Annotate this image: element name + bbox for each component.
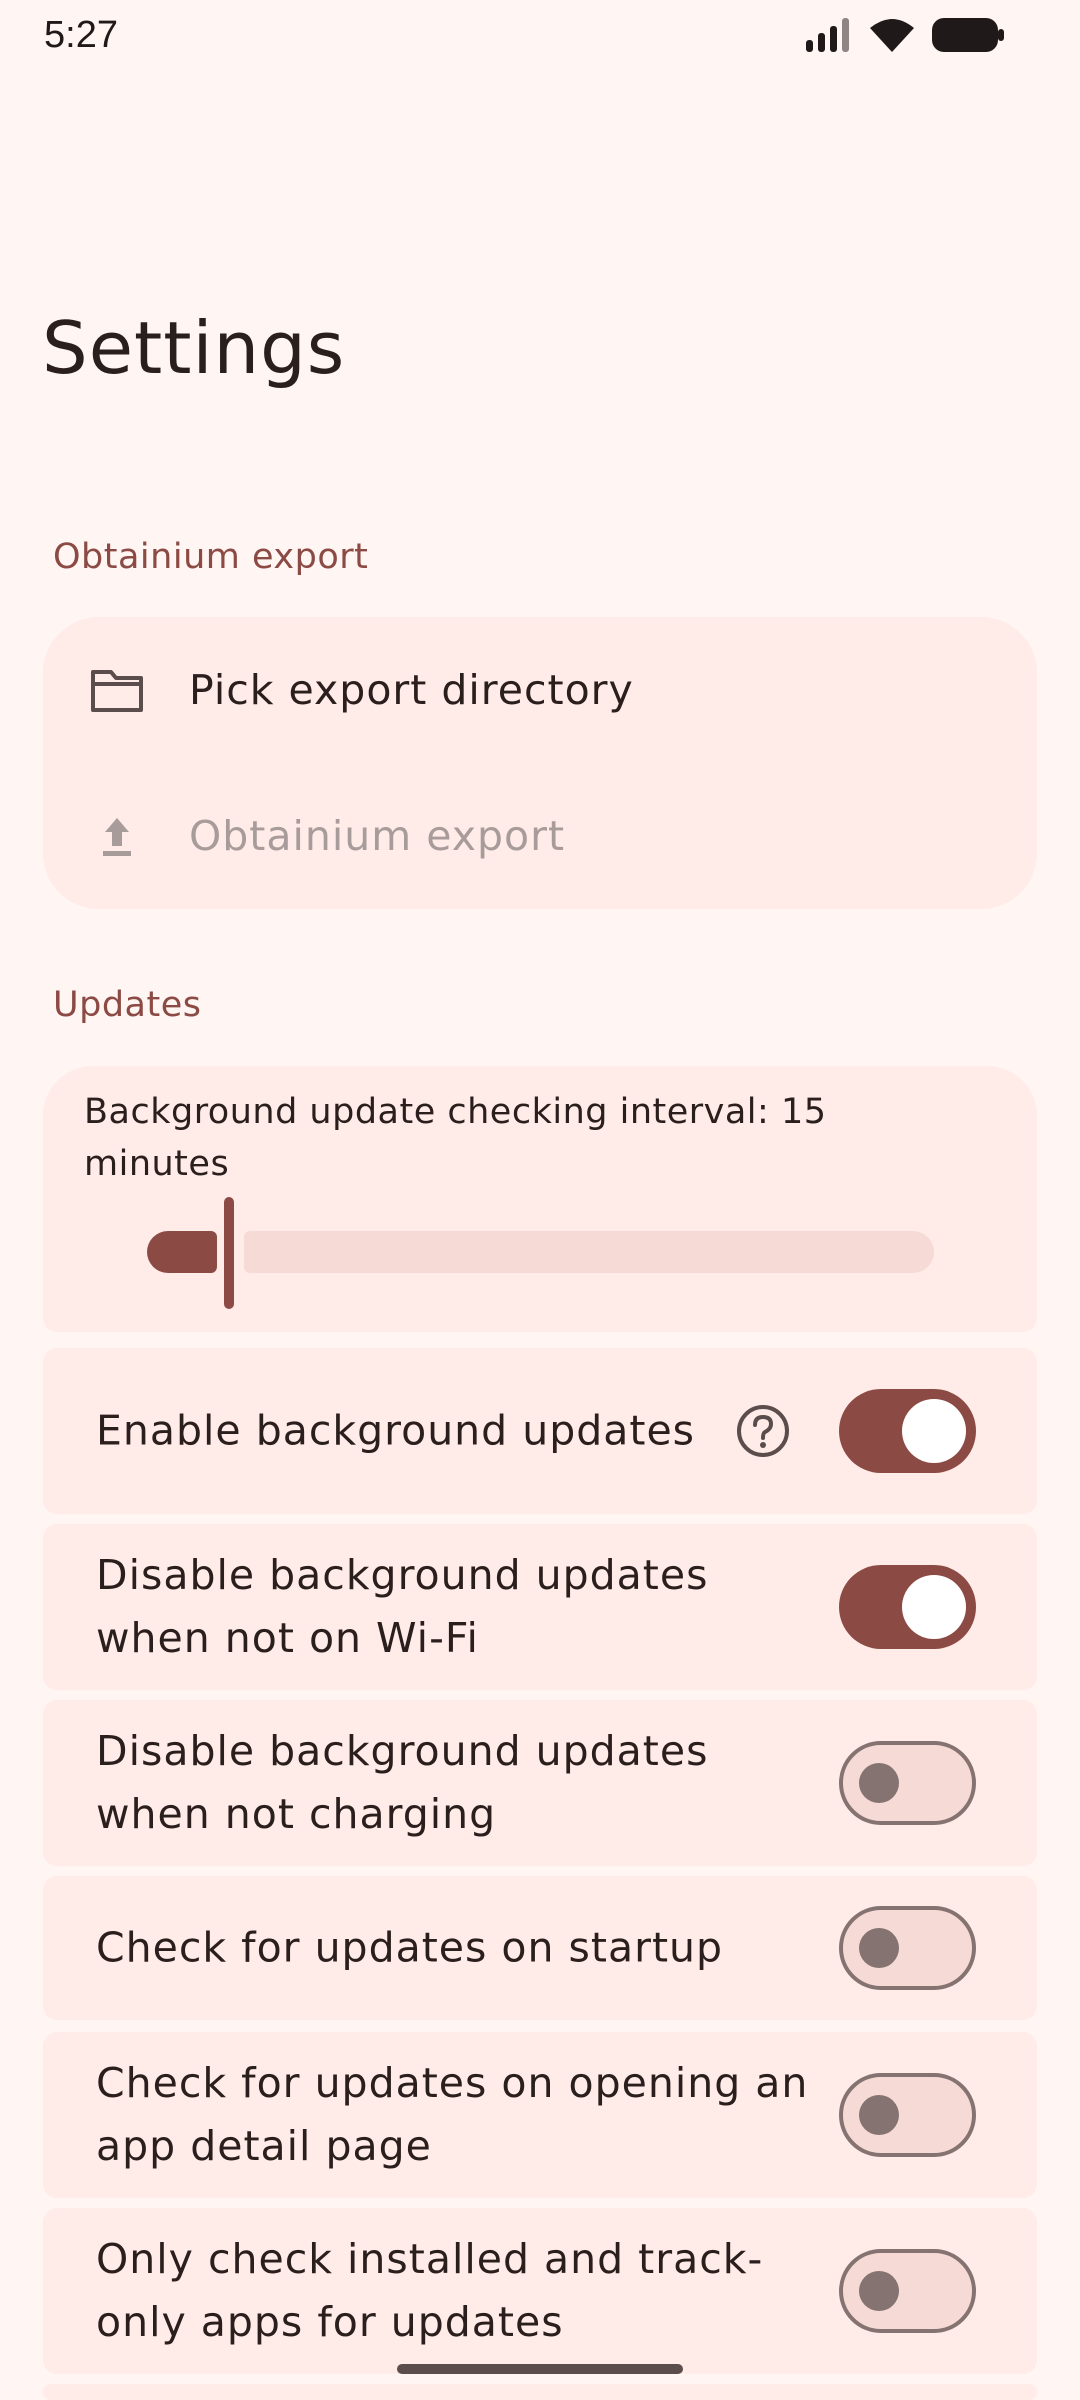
toggle-label: Disable background updates when not on W… xyxy=(96,1551,709,1662)
check-updates-on-startup-row[interactable]: Check for updates on startup xyxy=(43,1876,1037,2020)
slider-inactive-track[interactable] xyxy=(244,1231,934,1273)
disable-when-not-wifi-switch[interactable] xyxy=(839,1565,976,1649)
page-title: Settings xyxy=(42,306,346,390)
next-setting-row[interactable] xyxy=(43,2384,1037,2400)
update-interval-label: Background update checking interval: 15 … xyxy=(84,1092,827,1184)
switch-knob xyxy=(859,2271,899,2311)
folder-icon xyxy=(91,670,143,712)
obtainium-export-item[interactable]: Obtainium export xyxy=(43,763,1037,909)
toggle-label: Check for updates on opening an app deta… xyxy=(96,2059,809,2170)
battery-icon xyxy=(932,18,1004,52)
update-interval-card: Background update checking interval: 15 … xyxy=(43,1066,1037,1332)
wifi-icon xyxy=(870,19,914,52)
only-check-installed-row[interactable]: Only check installed and track-only apps… xyxy=(43,2208,1037,2374)
disable-when-not-charging-row[interactable]: Disable background updates when not char… xyxy=(43,1700,1037,1866)
section-header-updates: Updates xyxy=(53,985,202,1025)
only-check-installed-switch[interactable] xyxy=(839,2249,976,2333)
switch-knob xyxy=(859,1928,899,1968)
upload-icon xyxy=(103,818,131,856)
enable-background-updates-switch[interactable] xyxy=(839,1389,976,1473)
toggle-label: Check for updates on startup xyxy=(96,1923,724,1972)
export-card: Pick export directory Obtainium export xyxy=(43,617,1037,909)
toggle-label: Disable background updates when not char… xyxy=(96,1727,709,1838)
slider-thumb[interactable] xyxy=(224,1197,234,1309)
switch-knob xyxy=(859,1763,899,1803)
switch-knob xyxy=(859,2095,899,2135)
section-header-export: Obtainium export xyxy=(53,537,369,577)
switch-knob xyxy=(902,1399,966,1463)
check-updates-on-detail-page-switch[interactable] xyxy=(839,2073,976,2157)
check-updates-on-detail-page-row[interactable]: Check for updates on opening an app deta… xyxy=(43,2032,1037,2198)
home-indicator[interactable] xyxy=(397,2364,683,2374)
check-updates-on-startup-switch[interactable] xyxy=(839,1906,976,1990)
obtainium-export-label: Obtainium export xyxy=(189,812,566,860)
disable-when-not-charging-switch[interactable] xyxy=(839,1741,976,1825)
signal-icon xyxy=(806,18,849,52)
status-time: 5:27 xyxy=(44,14,118,56)
help-icon[interactable] xyxy=(735,1403,791,1459)
status-bar: 5:27 xyxy=(0,0,1080,72)
slider-active-track[interactable] xyxy=(147,1231,217,1273)
toggle-label: Only check installed and track-only apps… xyxy=(96,2235,764,2346)
disable-when-not-wifi-row[interactable]: Disable background updates when not on W… xyxy=(43,1524,1037,1690)
enable-background-updates-row[interactable]: Enable background updates xyxy=(43,1348,1037,1514)
pick-export-directory-label: Pick export directory xyxy=(189,666,634,714)
toggle-label: Enable background updates xyxy=(96,1406,696,1455)
pick-export-directory-item[interactable]: Pick export directory xyxy=(43,617,1037,763)
switch-knob xyxy=(902,1575,966,1639)
